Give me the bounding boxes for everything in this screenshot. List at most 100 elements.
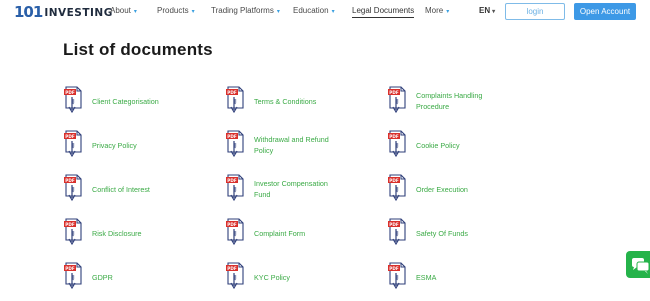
pdf-badge: PDF bbox=[389, 134, 399, 139]
pdf-download-icon: PDF bbox=[64, 262, 82, 290]
document-link[interactable]: PDF Complaint Form bbox=[225, 218, 305, 248]
nav-legal-documents-label: Legal Documents bbox=[352, 6, 415, 15]
document-label: Safety Of Funds bbox=[416, 228, 468, 239]
pdf-badge: PDF bbox=[227, 90, 237, 95]
document-label: GDPR bbox=[92, 272, 113, 283]
chat-widget[interactable] bbox=[626, 251, 650, 278]
language-label: EN bbox=[479, 6, 491, 15]
document-link[interactable]: PDF Investor Compensation Fund bbox=[225, 174, 328, 204]
pdf-download-icon: PDF bbox=[226, 130, 244, 158]
document-label: Conflict of Interest bbox=[92, 184, 150, 195]
document-link[interactable]: PDF Order Execution bbox=[387, 174, 468, 204]
document-label: KYC Policy bbox=[254, 272, 290, 283]
document-link[interactable]: PDF Client Categorisation bbox=[63, 86, 159, 116]
document-label: Complaint Form bbox=[254, 228, 305, 239]
nav-products-label: Products bbox=[157, 6, 189, 15]
pdf-badge: PDF bbox=[65, 266, 75, 271]
document-link[interactable]: PDF Conflict of Interest bbox=[63, 174, 150, 204]
pdf-badge: PDF bbox=[227, 266, 237, 271]
pdf-badge: PDF bbox=[389, 266, 399, 271]
nav-education[interactable]: Education ▾ bbox=[293, 6, 335, 15]
document-link[interactable]: PDF Cookie Policy bbox=[387, 130, 460, 160]
pdf-download-icon: PDF bbox=[226, 86, 244, 114]
document-link[interactable]: PDF Safety Of Funds bbox=[387, 218, 468, 248]
pdf-badge: PDF bbox=[65, 222, 75, 227]
pdf-download-icon: PDF bbox=[388, 262, 406, 290]
nav-legal-documents[interactable]: Legal Documents bbox=[352, 6, 415, 18]
document-label: Cookie Policy bbox=[416, 140, 460, 151]
document-label-line: KYC Policy bbox=[254, 272, 290, 282]
document-label-line: Procedure bbox=[416, 102, 450, 111]
document-label-line: Order Execution bbox=[416, 184, 468, 194]
pdf-badge: PDF bbox=[65, 134, 75, 139]
nav-about-label: About bbox=[110, 6, 131, 15]
chevron-down-icon: ▾ bbox=[276, 9, 280, 15]
pdf-badge: PDF bbox=[389, 222, 399, 227]
document-label-line: Complaint Form bbox=[254, 228, 306, 238]
document-link[interactable]: PDF Risk Disclosure bbox=[63, 218, 142, 248]
document-link[interactable]: PDF KYC Policy bbox=[225, 262, 290, 292]
document-label-line: Terms & Conditions bbox=[254, 96, 317, 106]
document-label: ESMA bbox=[416, 272, 436, 283]
chevron-down-icon: ▾ bbox=[133, 9, 137, 15]
pdf-badge: PDF bbox=[389, 178, 399, 183]
logo-word: INVESTING bbox=[44, 7, 113, 19]
pdf-badge: PDF bbox=[227, 178, 237, 183]
chat-icon bbox=[632, 258, 650, 274]
pdf-badge: PDF bbox=[227, 134, 237, 139]
chevron-down-icon: ▾ bbox=[191, 9, 195, 15]
nav-products[interactable]: Products ▾ bbox=[157, 6, 195, 15]
pdf-badge: PDF bbox=[227, 222, 237, 227]
pdf-download-icon: PDF bbox=[64, 130, 82, 158]
document-label-line: GDPR bbox=[92, 272, 113, 282]
document-label-line: Fund bbox=[254, 190, 271, 199]
open-account-button[interactable]: Open Account bbox=[574, 3, 636, 20]
login-button[interactable]: login bbox=[505, 3, 565, 20]
document-link[interactable]: PDF ESMA bbox=[387, 262, 436, 292]
document-label: Withdrawal and Refund Policy bbox=[254, 134, 329, 156]
document-label-line: Conflict of Interest bbox=[92, 184, 150, 194]
pdf-download-icon: PDF bbox=[226, 218, 244, 246]
document-label-line: Risk Disclosure bbox=[92, 228, 142, 238]
document-label-line: Privacy Policy bbox=[92, 140, 137, 150]
pdf-download-icon: PDF bbox=[226, 174, 244, 202]
nav-about[interactable]: About ▾ bbox=[110, 6, 137, 15]
nav-more-label: More bbox=[425, 6, 444, 15]
document-label-line: Safety Of Funds bbox=[416, 228, 468, 238]
pdf-badge: PDF bbox=[65, 90, 75, 95]
pdf-download-icon: PDF bbox=[388, 86, 406, 114]
document-label: Client Categorisation bbox=[92, 96, 159, 107]
document-link[interactable]: PDF Complaints Handling Procedure bbox=[387, 86, 482, 116]
document-label: Privacy Policy bbox=[92, 140, 137, 151]
language-selector[interactable]: EN ▾ bbox=[479, 6, 495, 15]
document-label: Terms & Conditions bbox=[254, 96, 316, 107]
brand-logo[interactable]: 101 INVESTING bbox=[14, 3, 113, 21]
document-label: Order Execution bbox=[416, 184, 468, 195]
pdf-download-icon: PDF bbox=[388, 130, 406, 158]
document-label-line: Policy bbox=[254, 146, 274, 155]
document-label: Investor Compensation Fund bbox=[254, 178, 328, 200]
page-title: List of documents bbox=[63, 40, 213, 59]
document-link[interactable]: PDF GDPR bbox=[63, 262, 113, 292]
pdf-download-icon: PDF bbox=[226, 262, 244, 290]
pdf-badge: PDF bbox=[389, 90, 399, 95]
document-label-line: ESMA bbox=[416, 272, 437, 282]
pdf-download-icon: PDF bbox=[64, 86, 82, 114]
nav-trading-platforms-label: Trading Platforms bbox=[211, 6, 274, 15]
logo-number: 101 bbox=[14, 3, 43, 21]
pdf-download-icon: PDF bbox=[64, 174, 82, 202]
document-link[interactable]: PDF Terms & Conditions bbox=[225, 86, 316, 116]
document-label-line: Client Categorisation bbox=[92, 96, 159, 106]
document-link[interactable]: PDF Withdrawal and Refund Policy bbox=[225, 130, 329, 160]
document-label-line: Complaints Handling bbox=[416, 91, 483, 100]
nav-more[interactable]: More ▾ bbox=[425, 6, 449, 15]
document-link[interactable]: PDF Privacy Policy bbox=[63, 130, 137, 160]
document-label-line: Cookie Policy bbox=[416, 140, 460, 150]
chevron-down-icon: ▾ bbox=[492, 9, 496, 15]
pdf-download-icon: PDF bbox=[388, 218, 406, 246]
document-label-line: Investor Compensation bbox=[254, 179, 328, 188]
nav-trading-platforms[interactable]: Trading Platforms ▾ bbox=[211, 6, 280, 15]
nav-education-label: Education bbox=[293, 6, 329, 15]
chevron-down-icon: ▾ bbox=[331, 9, 335, 15]
document-label: Complaints Handling Procedure bbox=[416, 90, 482, 112]
